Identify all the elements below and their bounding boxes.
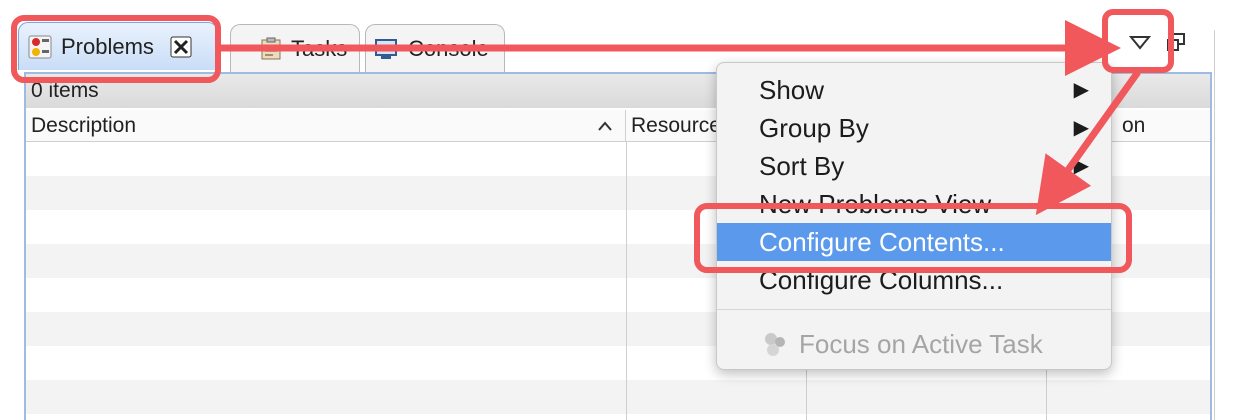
submenu-arrow-icon: ▶ [1073, 117, 1089, 139]
tab-tasks-label: Tasks [291, 35, 348, 61]
menu-item-group-by-label: Group By [759, 113, 869, 143]
menu-item-new-problems-view-label: New Problems View [759, 189, 992, 219]
menu-separator [717, 309, 1111, 310]
close-icon[interactable] [170, 36, 192, 58]
submenu-arrow-icon: ▶ [1073, 155, 1089, 177]
menu-item-configure-columns-label: Configure Columns... [759, 265, 1004, 295]
tab-console[interactable]: Console [365, 24, 505, 72]
menu-item-focus-on-active-task: Focus on Active Task [717, 325, 1111, 363]
column-resource-label: Resource [631, 114, 721, 137]
view-menu-icon[interactable] [1128, 34, 1152, 52]
menu-item-show-label: Show [759, 75, 825, 105]
side-panel-edge [1214, 30, 1221, 420]
tab-problems[interactable]: Problems [18, 22, 218, 70]
focus-task-icon [765, 333, 785, 356]
menu-item-sort-by-label: Sort By [759, 151, 845, 181]
tab-tasks[interactable]: Tasks [230, 24, 360, 72]
console-icon [375, 38, 397, 59]
column-divider [626, 142, 627, 420]
submenu-arrow-icon: ▶ [1073, 79, 1089, 101]
menu-item-configure-contents-label: Configure Contents... [759, 227, 1005, 257]
column-description-label: Description [31, 114, 137, 137]
maximize-icon[interactable] [1166, 32, 1186, 52]
column-location-label: on [1122, 114, 1146, 137]
column-description[interactable]: Description [26, 110, 626, 142]
menu-item-configure-contents[interactable]: Configure Contents... [717, 223, 1111, 261]
tab-console-label: Console [408, 35, 489, 61]
view-menu: Show ▶ Group By ▶ Sort By ▶ New Problems… [716, 62, 1112, 370]
menu-item-focus-on-active-task-label: Focus on Active Task [799, 329, 1043, 359]
menu-item-new-problems-view[interactable]: New Problems View [717, 185, 1111, 223]
menu-item-group-by[interactable]: Group By ▶ [717, 109, 1111, 147]
tasks-icon [261, 37, 281, 59]
menu-item-show[interactable]: Show ▶ [717, 71, 1111, 109]
problems-icon [28, 35, 52, 58]
tab-problems-label: Problems [61, 33, 154, 59]
table-row [26, 380, 1210, 414]
menu-item-sort-by[interactable]: Sort By ▶ [717, 147, 1111, 185]
sort-ascending-icon [598, 121, 612, 131]
menu-item-configure-columns[interactable]: Configure Columns... [717, 261, 1111, 299]
